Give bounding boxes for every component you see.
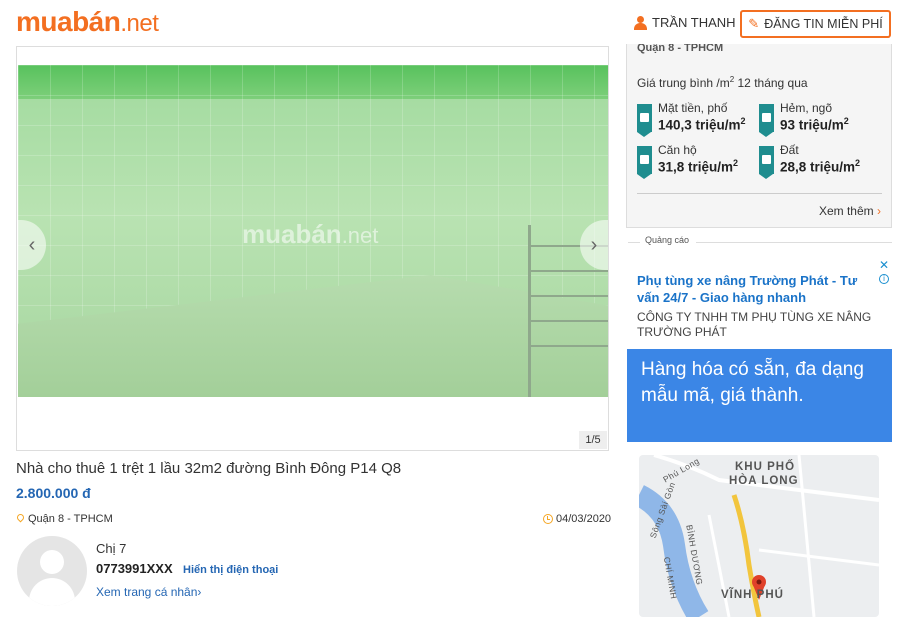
logo-suffix: .net	[120, 10, 159, 37]
listing-date-text: 04/03/2020	[556, 513, 612, 525]
logo-main: muabán	[16, 6, 121, 37]
listing-title: Nhà cho thuê 1 trệt 1 lầu 32m2 đường Bìn…	[16, 460, 402, 477]
site-header: muabán.net TRẦN THANH ✎ ĐĂNG TIN MIỄN PH…	[0, 0, 900, 44]
chevron-left-icon: ‹	[28, 233, 36, 256]
user-name: TRẦN THANH	[652, 15, 736, 30]
chevron-right-icon: ›	[877, 204, 881, 218]
listing-location-text: Quận 8 - TPHCM	[28, 513, 113, 525]
price-stats-panel: Quận 8 - TPHCM Giá trung bình /m2 12 thá…	[626, 40, 892, 228]
ads-label: Quảng cáo	[628, 235, 892, 249]
seller-name: Chị 7	[96, 541, 127, 556]
photo-counter: 1/5	[579, 431, 607, 449]
ad-banner[interactable]: Hàng hóa có sẵn, đa dạng mẫu mã, giá thà…	[627, 349, 892, 442]
stat-street-front[interactable]: Mặt tiền, phố 140,3 triệu/m2	[637, 101, 746, 137]
listing-price: 2.800.000 đ	[16, 485, 91, 501]
see-more-link[interactable]: Xem thêm ›	[819, 204, 881, 218]
ad-map[interactable]: KHU PHỐ HÒA LONG VĨNH PHÚ Phú Long Sông …	[639, 455, 879, 617]
divider	[637, 193, 882, 194]
seller-avatar[interactable]	[17, 536, 87, 606]
chevron-right-icon: ›	[590, 233, 598, 256]
ad-close-icon[interactable]: ✕	[879, 258, 889, 272]
post-free-ad-button[interactable]: ✎ ĐĂNG TIN MIỄN PHÍ	[740, 10, 891, 38]
stat-alley[interactable]: Hẻm, ngõ 93 triệu/m2	[759, 101, 849, 137]
ad-info-icon[interactable]: i	[879, 274, 889, 284]
map-area-label: VĨNH PHÚ	[721, 589, 784, 601]
ad-company: CÔNG TY TNHH TM PHỤ TÙNG XE NÂNG TRƯỜNG …	[637, 310, 872, 339]
land-icon	[759, 146, 774, 179]
stats-caption: Giá trung bình /m2 12 tháng qua	[637, 75, 808, 90]
page: muabán.net TRẦN THANH ✎ ĐĂNG TIN MIỄN PH…	[0, 0, 900, 617]
stat-apartment[interactable]: Căn hộ 31,8 triệu/m2	[637, 143, 738, 179]
pencil-icon: ✎	[748, 16, 760, 31]
map-area-label: HÒA LONG	[729, 475, 799, 487]
alley-house-icon	[759, 104, 774, 137]
listing-photo[interactable]: muabán.net ‹ ›	[18, 65, 608, 397]
house-icon	[637, 104, 652, 137]
photo-watermark: muabán.net	[242, 219, 379, 249]
view-profile-link[interactable]: Xem trang cá nhân›	[96, 585, 201, 599]
photo-gallery: muabán.net ‹ › 1/5	[16, 46, 609, 451]
stat-land[interactable]: Đất 28,8 triệu/m2	[759, 143, 860, 179]
map-area-label: KHU PHỐ	[735, 461, 796, 473]
advertisement[interactable]: ✕ i Phụ tùng xe nâng Trường Phát - Tư vấ…	[627, 258, 892, 617]
listing-location: Quận 8 - TPHCM	[16, 513, 113, 525]
apartment-icon	[637, 146, 652, 179]
user-icon	[634, 15, 647, 30]
show-phone-link[interactable]: Hiển thị điện thoại	[183, 564, 278, 576]
clock-icon	[543, 514, 553, 524]
seller-phone: 0773991XXX	[96, 561, 173, 576]
ad-headline[interactable]: Phụ tùng xe nâng Trường Phát - Tư vấn 24…	[637, 272, 873, 306]
chevron-right-icon: ›	[197, 585, 202, 599]
post-free-ad-label: ĐĂNG TIN MIỄN PHÍ	[764, 17, 883, 31]
user-menu[interactable]: TRẦN THANH	[634, 15, 736, 30]
location-pin-icon	[16, 514, 25, 524]
listing-date: 04/03/2020	[543, 513, 611, 525]
site-logo[interactable]: muabán.net	[16, 6, 159, 38]
